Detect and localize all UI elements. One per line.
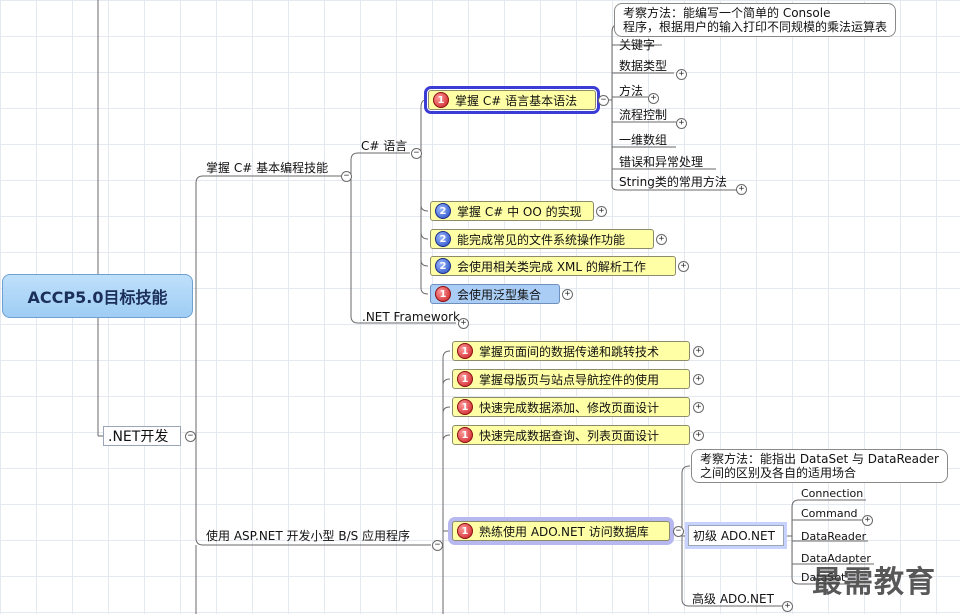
priority-2-icon: 2: [435, 231, 451, 247]
callout-line: 考察方法：能指出 DataSet 与 DataReader: [700, 452, 939, 466]
subtopic-methods[interactable]: 方法: [619, 84, 643, 98]
central-topic[interactable]: ACCP5.0目标技能: [2, 274, 193, 318]
subtopic-data-types[interactable]: 数据类型: [619, 59, 667, 73]
topic-master-pages[interactable]: 1 掌握母版页与站点导航控件的使用: [452, 369, 690, 389]
subtopic-string-methods[interactable]: String类的常用方法: [619, 175, 727, 189]
priority-2-icon: 2: [435, 258, 451, 274]
node-label: 快速完成数据查询、列表页面设计: [479, 428, 660, 443]
topic-csharp-syntax[interactable]: 1 掌握 C# 语言基本语法: [424, 86, 600, 114]
priority-1-icon: 1: [457, 399, 473, 415]
node-label: 会使用泛型集合: [457, 287, 542, 302]
priority-1-icon: 1: [457, 427, 473, 443]
topic-csharp-oo[interactable]: 2 掌握 C# 中 OO 的实现: [430, 201, 594, 221]
topic-net-framework[interactable]: .NET Framework: [362, 310, 460, 324]
expand-toggle-icon[interactable]: +: [596, 206, 607, 217]
node-label: 掌握页面间的数据传递和跳转技术: [479, 344, 660, 359]
subtopic-keywords[interactable]: 关键字: [619, 38, 655, 52]
subtopic-flow-control[interactable]: 流程控制: [619, 108, 667, 122]
node-label: 掌握 C# 中 OO 的实现: [457, 204, 582, 219]
callout-line: 之间的区别及各自的适用场合: [700, 466, 857, 480]
topic-generic-collections[interactable]: 1 会使用泛型集合: [430, 284, 560, 304]
assessment-callout: 考察方法：能编写一个简单的 Console 程序，根据用户的输入打印不同规模的乘…: [614, 3, 897, 37]
expand-toggle-icon[interactable]: +: [693, 346, 704, 357]
expand-toggle-icon[interactable]: +: [562, 289, 573, 300]
collapse-toggle-icon[interactable]: −: [673, 526, 684, 537]
subtopic-datareader[interactable]: DataReader: [801, 530, 866, 544]
subtopic-arrays[interactable]: 一维数组: [619, 133, 667, 147]
priority-1-icon: 1: [457, 343, 473, 359]
assessment-callout: 考察方法：能指出 DataSet 与 DataReader 之间的区别及各自的适…: [691, 449, 948, 483]
priority-1-icon: 1: [457, 371, 473, 387]
subtopic-exceptions[interactable]: 错误和异常处理: [619, 155, 703, 169]
expand-toggle-icon[interactable]: +: [862, 515, 873, 526]
callout-line: 考察方法：能编写一个简单的 Console: [623, 6, 831, 20]
collapse-toggle-icon[interactable]: −: [341, 171, 352, 182]
expand-toggle-icon[interactable]: +: [676, 118, 687, 129]
expand-toggle-icon[interactable]: +: [693, 374, 704, 385]
node-label: 掌握母版页与站点导航控件的使用: [479, 372, 660, 387]
priority-1-icon: 1: [435, 286, 451, 302]
expand-toggle-icon[interactable]: +: [648, 93, 659, 104]
topic-xml-parsing[interactable]: 2 会使用相关类完成 XML 的解析工作: [430, 256, 676, 276]
subtopic-connection[interactable]: Connection: [801, 487, 863, 501]
expand-toggle-icon[interactable]: +: [458, 318, 469, 329]
subtopic-command[interactable]: Command: [801, 507, 858, 521]
topic-page-navigation[interactable]: 1 掌握页面间的数据传递和跳转技术: [452, 341, 690, 361]
collapse-toggle-icon[interactable]: −: [185, 431, 196, 442]
node-label: 能完成常见的文件系统操作功能: [457, 232, 626, 247]
expand-toggle-icon[interactable]: +: [693, 402, 704, 413]
expand-toggle-icon[interactable]: +: [782, 601, 793, 612]
node-label: 会使用相关类完成 XML 的解析工作: [457, 259, 646, 274]
priority-1-icon: 1: [457, 523, 473, 539]
node-label: 熟练使用 ADO.NET 访问数据库: [479, 524, 649, 539]
topic-csharp-language[interactable]: C# 语言: [361, 139, 407, 153]
node-label: 掌握 C# 语言基本语法: [455, 93, 578, 108]
node-label: 快速完成数据添加、修改页面设计: [479, 400, 660, 415]
watermark-logo: 最需教育: [812, 565, 936, 600]
expand-toggle-icon[interactable]: +: [678, 261, 689, 272]
expand-toggle-icon[interactable]: +: [736, 184, 747, 195]
expand-toggle-icon[interactable]: +: [656, 234, 667, 245]
collapse-toggle-icon[interactable]: −: [411, 148, 422, 159]
topic-basic-adonet[interactable]: 初级 ADO.NET: [688, 525, 784, 546]
topic-csharp-basic-skill[interactable]: 掌握 C# 基本编程技能: [206, 161, 328, 175]
topic-add-edit-pages[interactable]: 1 快速完成数据添加、修改页面设计: [452, 397, 690, 417]
priority-2-icon: 2: [435, 203, 451, 219]
topic-advanced-adonet[interactable]: 高级 ADO.NET: [692, 592, 774, 606]
callout-line: 程序，根据用户的输入打印不同规模的乘法运算表: [623, 20, 888, 34]
topic-file-system[interactable]: 2 能完成常见的文件系统操作功能: [430, 229, 654, 249]
collapse-toggle-icon[interactable]: −: [598, 95, 609, 106]
topic-aspnet-bs[interactable]: 使用 ASP.NET 开发小型 B/S 应用程序: [206, 529, 410, 543]
priority-1-icon: 1: [433, 92, 449, 108]
expand-toggle-icon[interactable]: +: [693, 430, 704, 441]
expand-toggle-icon[interactable]: +: [676, 69, 687, 80]
topic-dotnet-dev[interactable]: .NET开发: [103, 426, 181, 446]
collapse-toggle-icon[interactable]: −: [432, 540, 443, 551]
topic-adonet[interactable]: 1 熟练使用 ADO.NET 访问数据库: [452, 521, 670, 541]
topic-query-list-pages[interactable]: 1 快速完成数据查询、列表页面设计: [452, 425, 690, 445]
